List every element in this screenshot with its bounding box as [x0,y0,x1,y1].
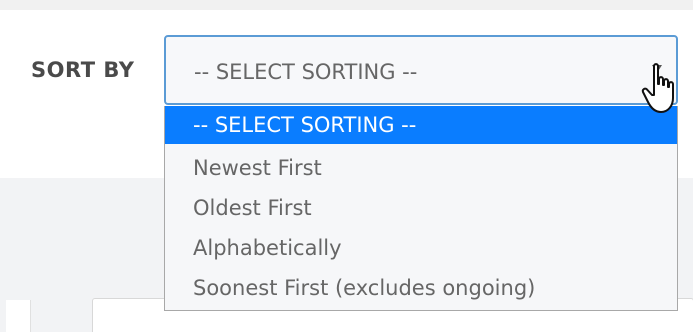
option-alphabetically[interactable]: Alphabetically [165,228,677,268]
sort-select-value: -- SELECT SORTING -- [194,60,418,84]
hand-cursor-icon [641,63,674,113]
sort-select[interactable]: -- SELECT SORTING -- [164,35,678,105]
sort-by-label: SORT BY [31,58,135,82]
option-select-sorting[interactable]: -- SELECT SORTING -- [165,106,677,144]
sort-screen: SORT BY -- SELECT SORTING -- -- SELECT S… [0,0,693,332]
option-newest-first[interactable]: Newest First [165,148,677,188]
option-oldest-first[interactable]: Oldest First [165,188,677,228]
side-card [6,300,31,332]
option-soonest-first[interactable]: Soonest First (excludes ongoing) [165,268,677,308]
page-background-strip [0,0,693,10]
sort-dropdown-list: -- SELECT SORTING -- Newest First Oldest… [164,106,678,311]
